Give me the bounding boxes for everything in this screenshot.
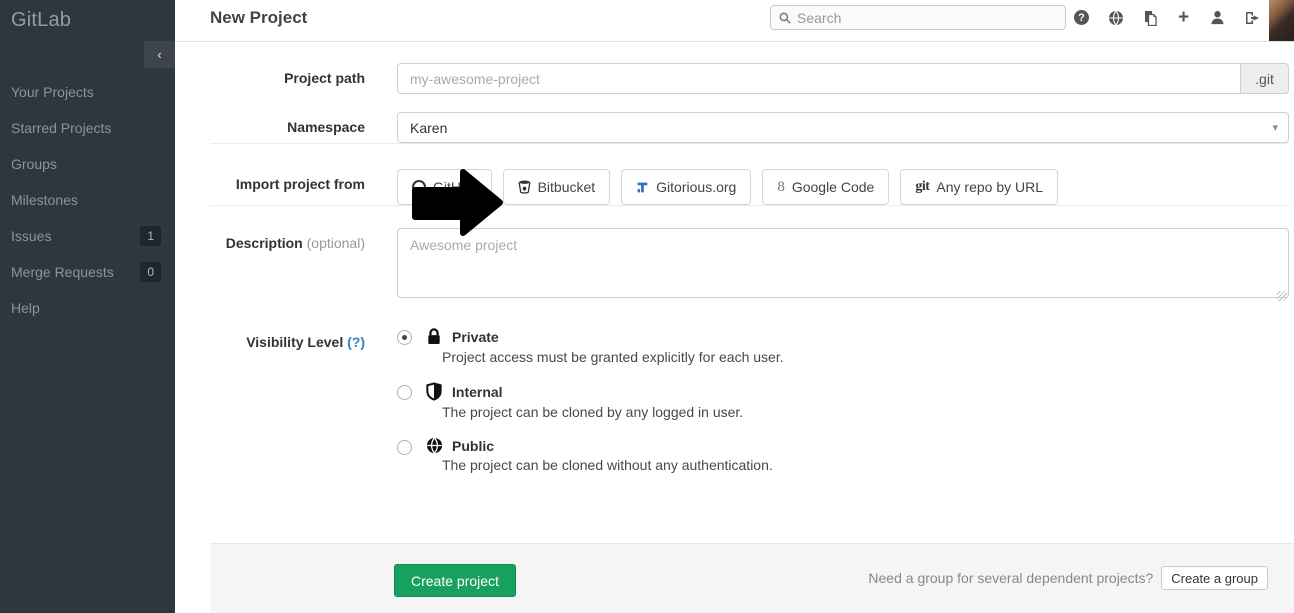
sign-out-icon[interactable] bbox=[1243, 9, 1260, 26]
top-header: New Project ? + bbox=[175, 0, 1294, 42]
sidebar-item-your-projects[interactable]: Your Projects bbox=[0, 74, 175, 110]
sidebar-item-issues[interactable]: Issues 1 bbox=[0, 218, 175, 254]
google-code-icon: 8 bbox=[777, 179, 785, 196]
textarea-resize-grip[interactable] bbox=[1277, 291, 1287, 301]
namespace-selected-value: Karen bbox=[410, 120, 447, 136]
import-bitbucket-button[interactable]: Bitbucket bbox=[503, 169, 611, 205]
new-project-form: Project path .git Namespace Karen ▾ bbox=[175, 63, 1294, 490]
page-title: New Project bbox=[210, 8, 307, 28]
header-icons: ? + bbox=[1073, 9, 1260, 26]
git-suffix-addon: .git bbox=[1241, 63, 1289, 94]
project-path-input[interactable] bbox=[397, 63, 1241, 94]
user-avatar[interactable] bbox=[1269, 0, 1294, 41]
visibility-help-link[interactable]: (?) bbox=[347, 334, 365, 350]
help-icon[interactable]: ? bbox=[1073, 9, 1090, 26]
import-project-from-label: Import project from bbox=[210, 169, 365, 192]
internal-radio[interactable] bbox=[397, 385, 412, 400]
sidebar-item-groups[interactable]: Groups bbox=[0, 146, 175, 182]
sidebar-item-merge-requests[interactable]: Merge Requests 0 bbox=[0, 254, 175, 290]
create-project-button[interactable]: Create project bbox=[394, 564, 516, 597]
import-gitorious-button[interactable]: Gitorious.org bbox=[621, 169, 751, 205]
sidebar-item-starred-projects[interactable]: Starred Projects bbox=[0, 110, 175, 146]
new-project-page: GitLab ‹ Your Projects Starred Projects … bbox=[0, 0, 1294, 613]
shield-icon bbox=[425, 382, 443, 401]
project-path-label: Project path bbox=[210, 63, 365, 86]
gitorious-icon bbox=[636, 181, 649, 194]
import-any-repo-button[interactable]: git Any repo by URL bbox=[900, 169, 1058, 205]
namespace-label: Namespace bbox=[210, 112, 365, 135]
chevron-down-icon: ▾ bbox=[1272, 121, 1278, 134]
sidebar-item-help[interactable]: Help bbox=[0, 290, 175, 326]
import-buttons-group: GitHub Bitbucket Gitorious bbox=[397, 169, 1289, 205]
globe-icon[interactable] bbox=[1107, 9, 1124, 26]
create-group-button[interactable]: Create a group bbox=[1161, 566, 1268, 590]
sidebar: GitLab ‹ Your Projects Starred Projects … bbox=[0, 0, 175, 613]
new-project-plus-icon[interactable]: + bbox=[1175, 9, 1192, 26]
visibility-option-public: Public The project can be cloned without… bbox=[397, 437, 1289, 473]
optional-hint: (optional) bbox=[307, 235, 365, 251]
visibility-option-internal: Internal The project can be cloned by an… bbox=[397, 382, 1289, 420]
profile-user-icon[interactable] bbox=[1209, 9, 1226, 26]
gitlab-logo[interactable]: GitLab bbox=[0, 0, 175, 32]
merge-requests-count-badge: 0 bbox=[140, 262, 161, 282]
bitbucket-icon bbox=[518, 180, 531, 194]
github-icon bbox=[412, 180, 426, 194]
search-input[interactable] bbox=[797, 10, 1057, 26]
search-icon bbox=[779, 12, 791, 24]
main-content: Project path .git Namespace Karen ▾ bbox=[175, 42, 1294, 613]
private-radio[interactable] bbox=[397, 330, 412, 345]
import-google-code-button[interactable]: 8 Google Code bbox=[762, 169, 889, 205]
visibility-option-private: Private Project access must be granted e… bbox=[397, 327, 1289, 365]
issues-count-badge: 1 bbox=[140, 226, 161, 246]
sidebar-collapse-button[interactable]: ‹ bbox=[144, 41, 175, 68]
group-hint-text: Need a group for several dependent proje… bbox=[868, 570, 1153, 586]
chevron-left-icon: ‹ bbox=[157, 47, 161, 62]
lock-icon bbox=[425, 327, 443, 346]
import-github-button[interactable]: GitHub bbox=[397, 169, 492, 205]
git-icon: git bbox=[915, 179, 929, 195]
section-divider bbox=[210, 143, 1289, 144]
description-label: Description (optional) bbox=[210, 228, 365, 251]
sidebar-nav: Your Projects Starred Projects Groups Mi… bbox=[0, 74, 175, 326]
public-radio[interactable] bbox=[397, 440, 412, 455]
search-box[interactable] bbox=[770, 5, 1066, 30]
sidebar-item-milestones[interactable]: Milestones bbox=[0, 182, 175, 218]
snippets-copy-icon[interactable] bbox=[1141, 9, 1158, 26]
namespace-select[interactable]: Karen ▾ bbox=[397, 112, 1289, 143]
description-textarea[interactable] bbox=[397, 228, 1289, 298]
visibility-level-label: Visibility Level (?) bbox=[210, 327, 365, 350]
section-divider bbox=[210, 205, 1289, 206]
globe-icon bbox=[425, 437, 443, 454]
form-actions-footer: Create project Need a group for several … bbox=[210, 543, 1294, 613]
